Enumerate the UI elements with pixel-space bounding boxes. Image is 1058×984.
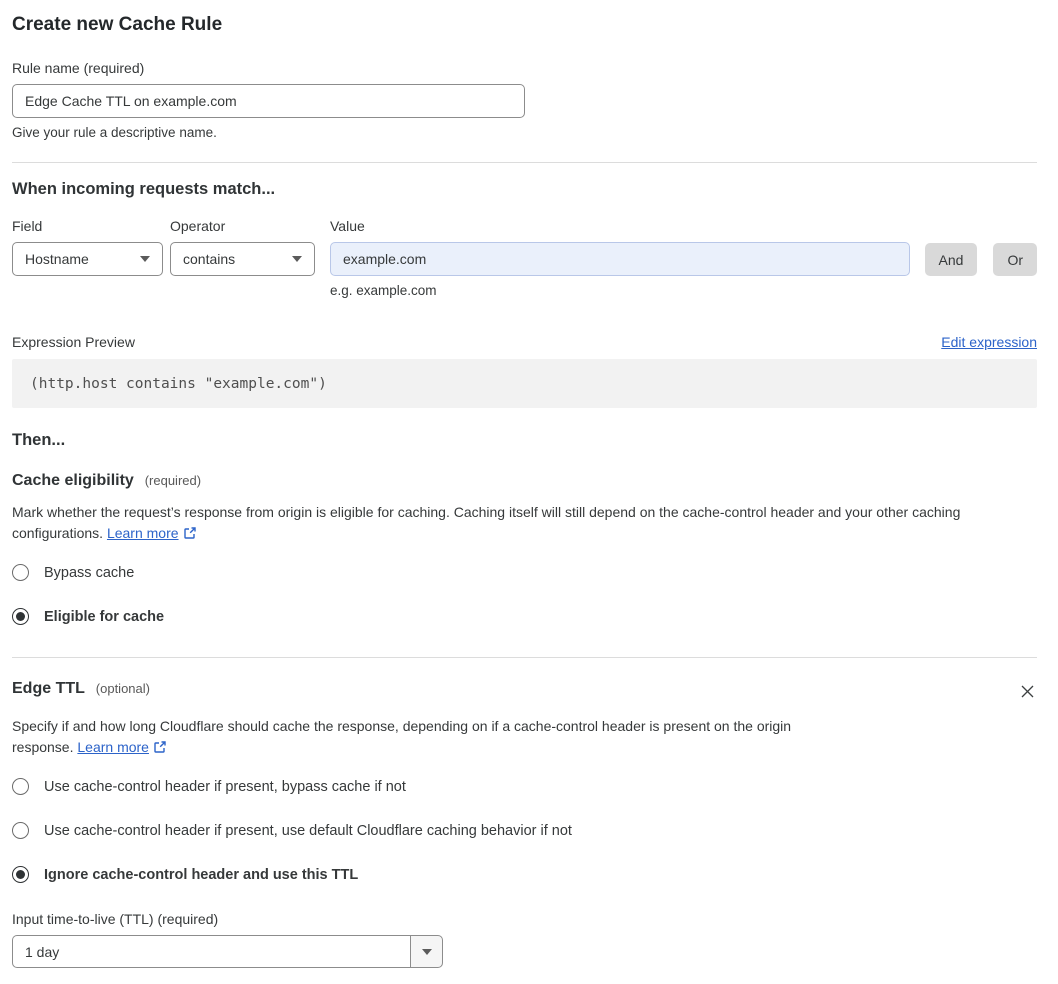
edge-ttl-description: Specify if and how long Cloudflare shoul… xyxy=(12,716,844,758)
edge-ttl-section: Edge TTL (optional) Specify if and how l… xyxy=(12,680,1037,968)
rule-name-block: Rule name (required) Give your rule a de… xyxy=(12,60,1037,140)
cache-eligibility-options: Bypass cache Eligible for cache xyxy=(12,554,1037,635)
rule-name-label: Rule name (required) xyxy=(12,60,145,76)
edge-ttl-options: Use cache-control header if present, byp… xyxy=(12,768,1037,893)
radio-option-label: Use cache-control header if present, byp… xyxy=(44,778,406,795)
and-button[interactable]: And xyxy=(924,243,978,276)
radio-option-eligible-for-cache[interactable]: Eligible for cache xyxy=(12,598,1037,635)
close-icon[interactable] xyxy=(1018,682,1037,704)
external-link-icon xyxy=(183,527,196,539)
edge-ttl-optional-note: (optional) xyxy=(95,681,150,696)
expression-code: (http.host contains "example.com") xyxy=(30,376,327,392)
value-help: e.g. example.com xyxy=(330,283,437,298)
ttl-dropdown-button[interactable] xyxy=(410,935,443,968)
operator-select-value: contains xyxy=(183,251,236,267)
operator-label: Operator xyxy=(170,218,226,234)
field-select[interactable]: Hostname xyxy=(12,242,163,276)
match-section: When incoming requests match... Field Ho… xyxy=(12,180,1037,298)
page-title: Create new Cache Rule xyxy=(12,14,223,35)
radio-icon[interactable] xyxy=(12,608,29,625)
cache-eligibility-description: Mark whether the request’s response from… xyxy=(12,502,1024,544)
rule-name-help: Give your rule a descriptive name. xyxy=(12,125,217,140)
chevron-down-icon xyxy=(421,948,432,955)
radio-option-ignore-header-use-ttl[interactable]: Ignore cache-control header and use this… xyxy=(12,856,1037,893)
create-cache-rule-form: Create new Cache Rule Rule name (require… xyxy=(0,0,1058,984)
operator-select[interactable]: contains xyxy=(170,242,315,276)
field-label: Field xyxy=(12,218,43,234)
cache-eligibility-section: Cache eligibility (required) Mark whethe… xyxy=(12,472,1037,635)
radio-option-bypass-cache[interactable]: Bypass cache xyxy=(12,554,1037,591)
radio-icon[interactable] xyxy=(12,564,29,581)
learn-more-link[interactable]: Learn more xyxy=(107,525,179,541)
expression-preview-label: Expression Preview xyxy=(12,334,135,350)
radio-option-label: Use cache-control header if present, use… xyxy=(44,822,572,839)
chevron-down-icon xyxy=(140,256,150,262)
divider xyxy=(12,657,1037,658)
radio-option-label: Eligible for cache xyxy=(44,608,165,625)
match-heading: When incoming requests match... xyxy=(12,180,276,198)
value-input[interactable] xyxy=(330,242,910,276)
divider xyxy=(12,162,1037,163)
ttl-label: Input time-to-live (TTL) (required) xyxy=(12,911,219,927)
value-label: Value xyxy=(330,218,365,234)
edge-ttl-heading: Edge TTL xyxy=(12,680,85,697)
cache-eligibility-heading: Cache eligibility xyxy=(12,472,134,489)
radio-option-label: Bypass cache xyxy=(44,564,135,581)
radio-option-use-header-bypass[interactable]: Use cache-control header if present, byp… xyxy=(12,768,1037,805)
chevron-down-icon xyxy=(292,256,302,262)
radio-icon[interactable] xyxy=(12,822,29,839)
cache-eligibility-required-note: (required) xyxy=(144,473,202,488)
expression-code-block: (http.host contains "example.com") xyxy=(12,359,1037,408)
ttl-input[interactable] xyxy=(12,935,410,968)
expression-preview-row: Expression Preview Edit expression xyxy=(12,334,1037,350)
field-select-value: Hostname xyxy=(25,251,89,267)
or-button[interactable]: Or xyxy=(993,243,1037,276)
radio-icon[interactable] xyxy=(12,778,29,795)
rule-name-input[interactable] xyxy=(12,84,525,118)
radio-option-use-header-default[interactable]: Use cache-control header if present, use… xyxy=(12,812,1037,849)
radio-icon[interactable] xyxy=(12,866,29,883)
external-link-icon xyxy=(154,741,166,753)
learn-more-link[interactable]: Learn more xyxy=(77,739,149,755)
then-heading: Then... xyxy=(12,431,66,449)
ttl-input-block: Input time-to-live (TTL) (required) xyxy=(12,911,1037,968)
edit-expression-link[interactable]: Edit expression xyxy=(941,334,1037,350)
radio-option-label: Ignore cache-control header and use this… xyxy=(44,866,359,883)
